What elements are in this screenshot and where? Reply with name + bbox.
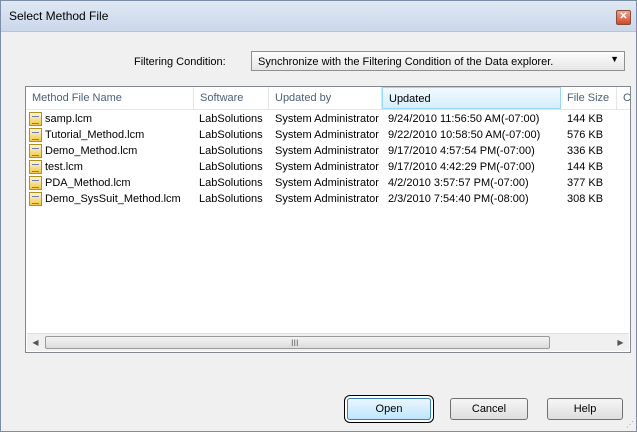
table-row[interactable]: Demo_Method.lcm LabSolutions System Admi… [26, 143, 630, 159]
updated-by: System Administrator [275, 113, 379, 125]
filter-label: Filtering Condition: [134, 56, 226, 68]
select-method-file-dialog: Select Method File ✕ Filtering Condition… [0, 0, 637, 432]
file-name: samp.lcm [45, 113, 93, 125]
method-file-icon [29, 176, 42, 190]
method-file-icon [29, 160, 42, 174]
file-name: Tutorial_Method.lcm [45, 129, 145, 141]
method-file-icon [29, 192, 42, 206]
updated-by: System Administrator [275, 193, 379, 205]
title-bar[interactable]: Select Method File ✕ [1, 1, 636, 32]
updated-by: System Administrator [275, 161, 379, 173]
scroll-left-arrow-icon[interactable]: ◀ [27, 334, 44, 351]
updated: 9/22/2010 10:58:50 AM(-07:00) [388, 129, 541, 141]
method-file-list[interactable]: Method File Name Software Updated by Upd… [25, 86, 631, 353]
resize-grip-icon[interactable]: ⋰ [626, 420, 634, 429]
software: LabSolutions [199, 177, 263, 189]
scroll-right-arrow-icon[interactable]: ▶ [612, 334, 629, 351]
close-button[interactable]: ✕ [616, 10, 631, 25]
column-header-method-file-name[interactable]: Method File Name [26, 87, 194, 109]
software: LabSolutions [199, 161, 263, 173]
file-size: 144 KB [567, 161, 604, 173]
software: LabSolutions [199, 113, 263, 125]
filtering-condition-dropdown[interactable]: Synchronize with the Filtering Condition… [251, 51, 625, 71]
method-file-icon [29, 112, 42, 126]
table-row[interactable]: Tutorial_Method.lcm LabSolutions System … [26, 127, 630, 143]
file-name: Demo_Method.lcm [45, 145, 138, 157]
list-header: Method File Name Software Updated by Upd… [26, 87, 630, 110]
dropdown-arrow-icon: ▼ [610, 54, 619, 64]
file-size: 308 KB [567, 193, 604, 205]
close-icon: ✕ [619, 11, 628, 22]
updated-by: System Administrator [275, 129, 379, 141]
method-file-icon [29, 144, 42, 158]
software: LabSolutions [199, 193, 263, 205]
updated: 9/17/2010 4:42:29 PM(-07:00) [388, 161, 535, 173]
updated: 4/2/2010 3:57:57 PM(-07:00) [388, 177, 529, 189]
dialog-title: Select Method File [9, 9, 109, 23]
column-header-software[interactable]: Software [194, 87, 269, 109]
horizontal-scrollbar[interactable]: ◀ III ▶ [27, 333, 629, 351]
method-file-icon [29, 128, 42, 142]
table-row[interactable]: Demo_SysSuit_Method.lcm LabSolutions Sys… [26, 191, 630, 207]
table-row[interactable]: samp.lcm LabSolutions System Administrat… [26, 111, 630, 127]
file-size: 144 KB [567, 113, 604, 125]
updated-by: System Administrator [275, 177, 379, 189]
column-header-c[interactable]: C [617, 87, 630, 109]
software: LabSolutions [199, 129, 263, 141]
open-button[interactable]: Open [347, 398, 431, 420]
updated: 2/3/2010 7:54:40 PM(-08:00) [388, 193, 529, 205]
software: LabSolutions [199, 145, 263, 157]
updated: 9/24/2010 11:56:50 AM(-07:00) [388, 113, 540, 125]
column-header-updated[interactable]: Updated [382, 87, 561, 109]
updated-by: System Administrator [275, 145, 379, 157]
file-name: PDA_Method.lcm [45, 177, 131, 189]
column-header-file-size[interactable]: File Size [561, 87, 617, 109]
column-header-updated-by[interactable]: Updated by [269, 87, 382, 109]
filtering-condition-value: Synchronize with the Filtering Condition… [258, 56, 554, 68]
file-size: 377 KB [567, 177, 604, 189]
cancel-button[interactable]: Cancel [450, 398, 528, 420]
file-name: Demo_SysSuit_Method.lcm [45, 193, 181, 205]
scrollbar-thumb[interactable]: III [45, 336, 550, 349]
file-name: test.lcm [45, 161, 83, 173]
table-row[interactable]: PDA_Method.lcm LabSolutions System Admin… [26, 175, 630, 191]
file-size: 336 KB [567, 145, 604, 157]
help-button[interactable]: Help [547, 398, 623, 420]
table-row[interactable]: test.lcm LabSolutions System Administrat… [26, 159, 630, 175]
scrollbar-grip-icon: III [291, 338, 299, 348]
file-size: 576 KB [567, 129, 604, 141]
updated: 9/17/2010 4:57:54 PM(-07:00) [388, 145, 535, 157]
